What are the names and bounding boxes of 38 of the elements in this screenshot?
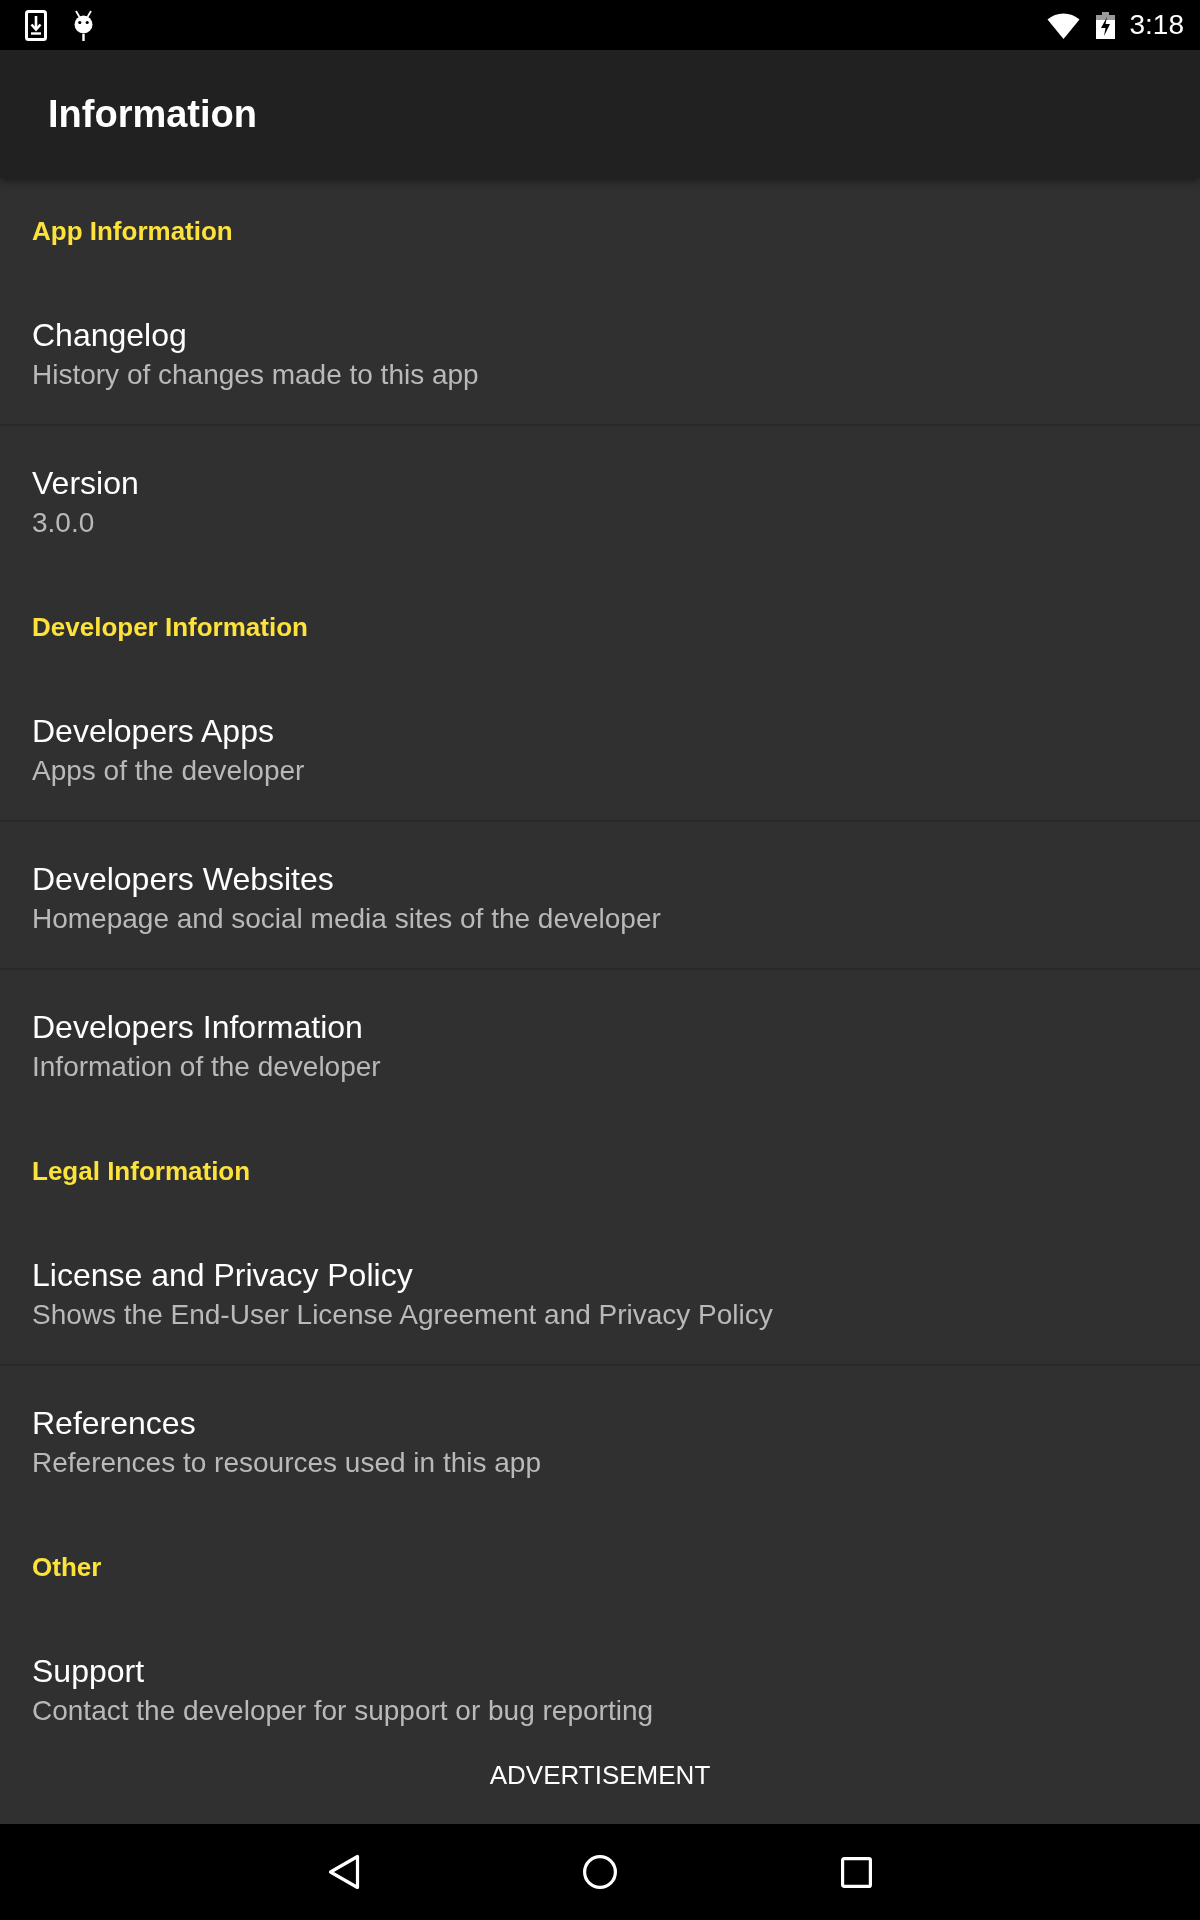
- item-title: Developers Websites: [32, 860, 334, 899]
- list-item[interactable]: Support Contact the developer for support or bug reporting: [0, 1614, 1200, 1730]
- item-title: License and Privacy Policy: [32, 1256, 413, 1295]
- item-title: Developers Apps: [32, 712, 274, 751]
- robot-head-icon: [73, 9, 94, 41]
- status-time: 3:18: [1129, 9, 1184, 41]
- section-header: Legal Information: [31, 1155, 252, 1188]
- item-summary: Apps of the developer: [32, 755, 305, 787]
- list-item[interactable]: Developers Information Information of the developer: [0, 970, 1200, 1118]
- wifi-icon: [1046, 11, 1080, 39]
- item-summary: History of changes made to this app: [32, 359, 479, 391]
- list-item[interactable]: License and Privacy Policy Shows the End-User License Agreement and Privacy Policy: [0, 1218, 1200, 1366]
- download-icon: [25, 9, 47, 41]
- item-summary: 3.0.0: [32, 507, 95, 539]
- item-title: References: [32, 1404, 196, 1443]
- list-item[interactable]: Developers Websites Homepage and social media sites of the developer: [0, 822, 1200, 970]
- item-title: Support: [32, 1652, 145, 1691]
- item-title: Developers Information: [32, 1008, 363, 1047]
- list-item[interactable]: Version 3.0.0: [0, 426, 1200, 574]
- screen-title: Information: [48, 92, 257, 136]
- item-title: Changelog: [32, 316, 187, 355]
- item-title: Version: [32, 464, 139, 503]
- back-icon[interactable]: [328, 1854, 360, 1890]
- home-icon[interactable]: [583, 1855, 617, 1889]
- item-summary: Shows the End-User License Agreement and Privacy Policy: [32, 1299, 773, 1331]
- section-header: App Information: [31, 215, 234, 248]
- item-summary: Homepage and social media sites of the developer: [32, 903, 661, 935]
- list-item[interactable]: Changelog History of changes made to this app: [0, 278, 1200, 426]
- ad-label: ADVERTISEMENT: [489, 1759, 711, 1792]
- list-item[interactable]: References References to resources used in this app: [0, 1366, 1200, 1514]
- item-summary: Contact the developer for support or bug reporting: [32, 1695, 654, 1727]
- section-header: Developer Information: [31, 611, 309, 644]
- recents-icon[interactable]: [840, 1856, 872, 1888]
- list-item[interactable]: Developers Apps Apps of the developer: [0, 674, 1200, 822]
- section-header: Other: [31, 1551, 103, 1584]
- item-summary: References to resources used in this app: [32, 1447, 541, 1479]
- battery-charging-icon: [1095, 11, 1115, 39]
- item-summary: Information of the developer: [32, 1051, 381, 1083]
